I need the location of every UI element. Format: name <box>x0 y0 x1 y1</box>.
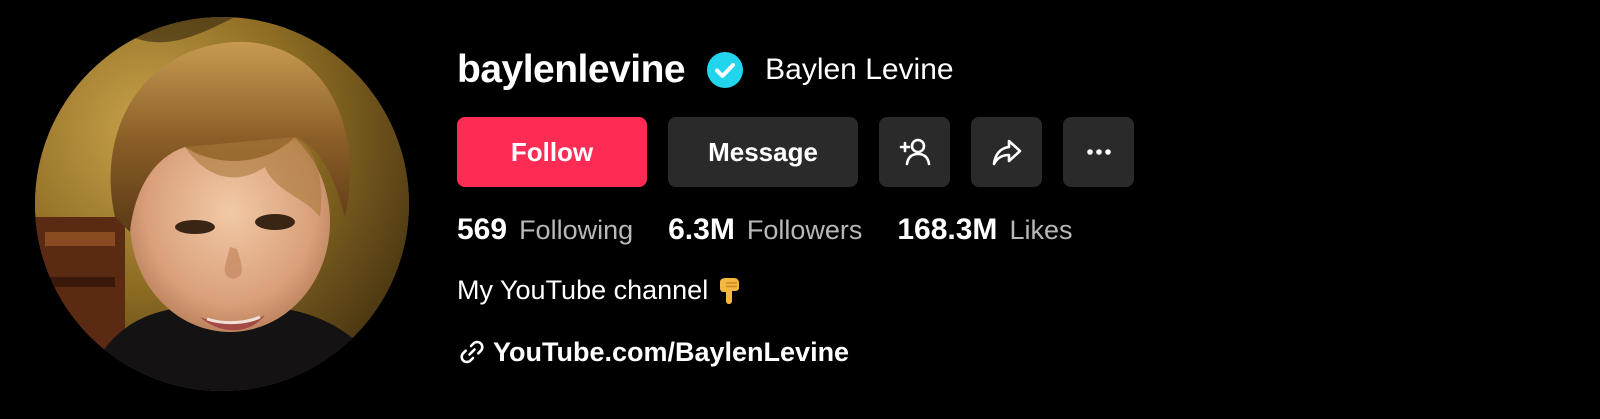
stat-likes: 168.3M Likes <box>897 213 1072 247</box>
stat-following[interactable]: 569 Following <box>457 213 633 247</box>
following-count: 569 <box>457 213 508 246</box>
action-buttons: Follow Message <box>457 117 1134 187</box>
bio-text: My YouTube channel <box>457 274 709 305</box>
following-label: Following <box>519 215 634 245</box>
followers-count: 6.3M <box>668 213 735 246</box>
profile-header: baylenlevine Baylen Levine Follow Messag… <box>0 0 1600 419</box>
profile-bio: My YouTube channel <box>457 268 744 312</box>
profile-info: baylenlevine Baylen Levine Follow Messag… <box>457 0 1557 419</box>
likes-label: Likes <box>1009 215 1073 245</box>
profile-link[interactable]: YouTube.com/BaylenLevine <box>457 330 849 374</box>
more-dots-icon <box>1086 149 1111 155</box>
display-name: Baylen Levine <box>765 53 954 86</box>
profile-title-row: baylenlevine Baylen Levine <box>457 44 954 96</box>
follow-button[interactable]: Follow <box>457 117 647 187</box>
share-button[interactable] <box>971 117 1042 187</box>
add-friend-button[interactable] <box>879 117 950 187</box>
link-text[interactable]: YouTube.com/BaylenLevine <box>493 337 849 368</box>
message-button[interactable]: Message <box>668 117 858 187</box>
profile-avatar[interactable] <box>35 17 409 391</box>
stat-followers[interactable]: 6.3M Followers <box>668 213 862 247</box>
likes-count: 168.3M <box>897 213 998 246</box>
verified-check-icon <box>707 52 744 88</box>
link-icon <box>457 337 487 367</box>
add-user-icon <box>899 138 930 166</box>
avatar-photo <box>35 17 409 391</box>
profile-stats: 569 Following 6.3M Followers 168.3M Like… <box>457 208 1107 252</box>
username: baylenlevine <box>457 48 686 91</box>
followers-label: Followers <box>746 215 863 245</box>
more-button[interactable] <box>1063 117 1134 187</box>
share-arrow-icon <box>992 139 1021 166</box>
pointing-down-hand-emoji <box>712 274 744 306</box>
